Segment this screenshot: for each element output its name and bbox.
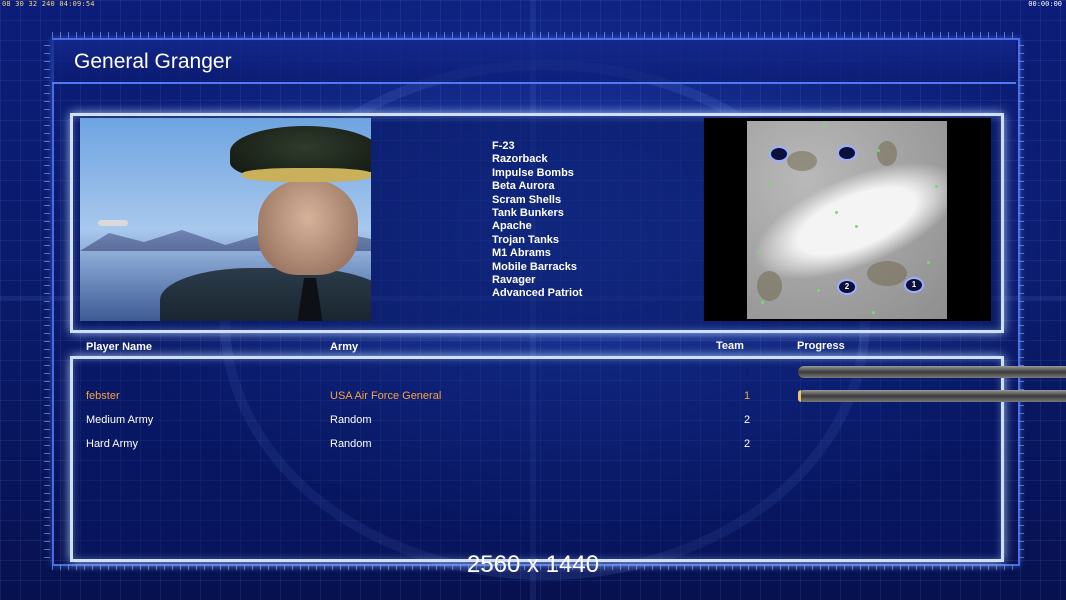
portrait-cap-brim bbox=[242, 168, 371, 182]
map-resource-dot bbox=[757, 251, 760, 254]
map-resource-dot bbox=[817, 289, 820, 292]
player-name-cell: Medium Army bbox=[86, 414, 154, 426]
portrait-uniform bbox=[160, 268, 371, 321]
progress-bar bbox=[798, 366, 1066, 378]
unit-list: F-23 Razorback Impulse Bombs Beta Aurora… bbox=[492, 140, 582, 301]
unit-item: Trojan Tanks bbox=[492, 233, 560, 246]
unit-item: Advanced Patriot bbox=[492, 287, 583, 300]
unit-item: Mobile Barracks bbox=[492, 260, 577, 273]
player-name-cell: X bbox=[86, 366, 94, 378]
portrait-aircraft bbox=[98, 220, 128, 226]
team-cell: 2 bbox=[744, 438, 751, 450]
start-position-marker[interactable]: 2 bbox=[837, 279, 857, 295]
start-position-marker[interactable] bbox=[769, 146, 789, 162]
army-cell: USA Air Force General bbox=[330, 390, 442, 402]
unit-item: Ravager bbox=[492, 274, 536, 287]
general-portrait bbox=[80, 118, 371, 321]
unit-item: M1 Abrams bbox=[492, 247, 551, 260]
hud-clock: 00:00:00 bbox=[1028, 0, 1062, 8]
map-resource-dot bbox=[855, 225, 858, 228]
map-resource-dot bbox=[872, 311, 875, 314]
map-resource-dot bbox=[761, 301, 764, 304]
map-resource-dot bbox=[877, 149, 880, 152]
map-terrain-patch bbox=[787, 151, 817, 171]
unit-item: Razorback bbox=[492, 153, 548, 166]
army-cell: Random bbox=[330, 414, 372, 426]
page-title: General Granger bbox=[74, 50, 232, 73]
map-terrain-patch bbox=[867, 261, 907, 286]
player-name-cell: febster bbox=[86, 390, 120, 402]
map-terrain-patch bbox=[757, 271, 782, 301]
hud-stats: 08 30 32 240 04:09:54 bbox=[2, 0, 95, 8]
table-row: Medium Army Random 2 bbox=[0, 410, 1066, 430]
map-resource-dot bbox=[822, 124, 825, 127]
unit-item: Apache bbox=[492, 220, 532, 233]
unit-item: Scram Shells bbox=[492, 193, 562, 206]
unit-item: Beta Aurora bbox=[492, 180, 555, 193]
unit-item: F-23 bbox=[492, 140, 515, 152]
map-terrain-patch bbox=[877, 141, 897, 166]
table-row: X 1 bbox=[0, 362, 1066, 382]
progress-bar bbox=[798, 390, 1066, 402]
unit-item: Impulse Bombs bbox=[492, 166, 574, 179]
resolution-label: 2560 x 1440 bbox=[466, 551, 600, 578]
portrait-face bbox=[258, 180, 358, 275]
header-army: Army bbox=[330, 341, 359, 353]
map-resource-dot bbox=[835, 211, 838, 214]
table-row: febster USA Air Force General 1 bbox=[0, 386, 1066, 406]
ruler-left bbox=[44, 38, 50, 562]
map-resource-dot bbox=[769, 183, 772, 186]
header-team: Team bbox=[716, 340, 744, 352]
start-position-marker[interactable]: 1 bbox=[904, 277, 924, 293]
progress-fill bbox=[798, 390, 801, 402]
team-cell: 1 bbox=[744, 390, 751, 402]
table-row: Hard Army Random 2 bbox=[0, 434, 1066, 454]
army-cell: Random bbox=[330, 438, 372, 450]
map-resource-dot bbox=[935, 185, 938, 188]
start-position-marker[interactable] bbox=[837, 145, 857, 161]
map-resource-dot bbox=[927, 261, 930, 264]
header-progress: Progress bbox=[797, 340, 845, 352]
header-player-name: Player Name bbox=[86, 341, 153, 353]
player-name-cell: Hard Army bbox=[86, 438, 138, 450]
team-cell: 2 bbox=[744, 414, 751, 426]
team-cell: 1 bbox=[744, 366, 751, 378]
unit-item: Tank Bunkers bbox=[492, 207, 564, 220]
